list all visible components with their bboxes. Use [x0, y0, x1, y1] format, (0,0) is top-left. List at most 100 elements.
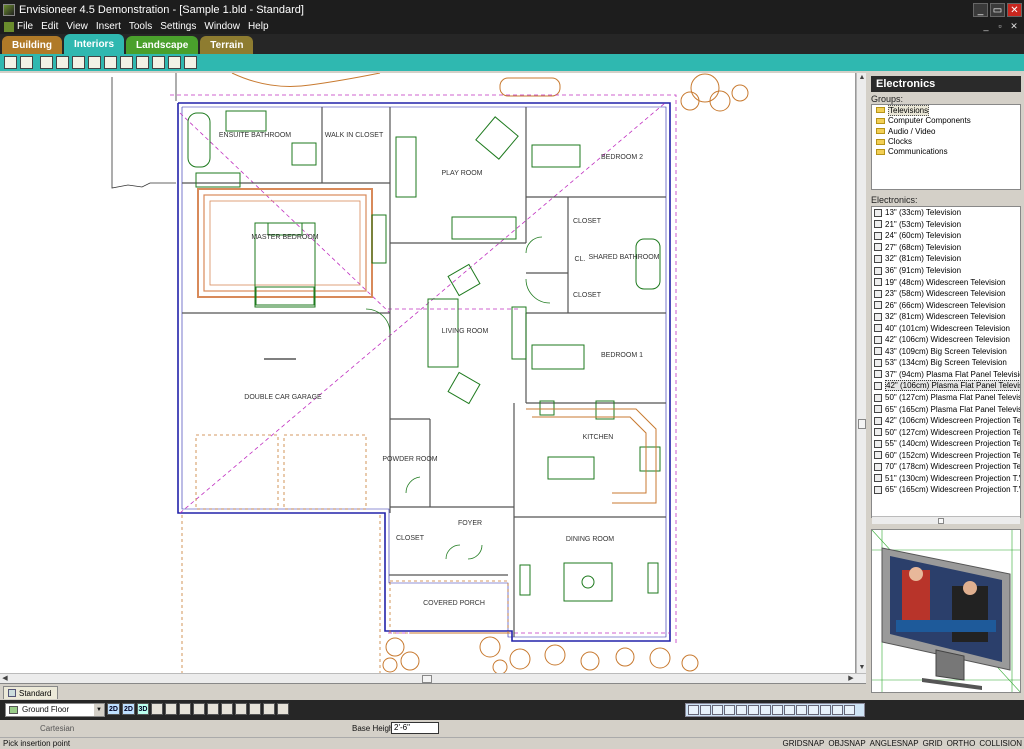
doc-minimize-button[interactable]: _ [980, 21, 992, 32]
pan-icon[interactable] [207, 703, 219, 715]
pan-view-icon[interactable] [760, 705, 771, 715]
tab-terrain[interactable]: Terrain [200, 36, 254, 54]
document-icon[interactable] [4, 21, 14, 32]
list-item[interactable]: 53" (134cm) Big Screen Television [872, 357, 1020, 369]
collision-toggle[interactable]: COLLISION [979, 739, 1022, 748]
floor-plan-canvas[interactable]: ENSUITE BATHROOM WALK IN CLOSET PLAY ROO… [0, 73, 856, 673]
list-item[interactable]: 32" (81cm) Television [872, 253, 1020, 265]
close-button[interactable]: ✕ [1007, 2, 1022, 17]
coordinate-mode[interactable]: Cartesian [40, 724, 74, 733]
layer-icon[interactable] [193, 703, 205, 715]
zoom-fit-icon[interactable] [724, 705, 735, 715]
print-icon[interactable] [249, 703, 261, 715]
fly-icon[interactable] [844, 705, 855, 715]
menu-insert[interactable]: Insert [96, 21, 121, 32]
list-item[interactable]: 70" (178cm) Widescreen Projection Televi… [872, 461, 1020, 473]
electronics-list-scrollbar[interactable] [872, 516, 1020, 524]
objsnap-toggle[interactable]: OBJSNAP [828, 739, 865, 748]
base-height-field[interactable]: 2'-6" [391, 722, 439, 734]
list-item[interactable]: 21" (53cm) Television [872, 219, 1020, 231]
horizontal-scroll-thumb[interactable] [422, 675, 432, 683]
group-item-communications[interactable]: Communications [872, 147, 1020, 157]
list-item[interactable]: 50" (127cm) Widescreen Projection Televi… [872, 426, 1020, 438]
menu-help[interactable]: Help [248, 21, 269, 32]
gridsnap-toggle[interactable]: GRIDSNAP [783, 739, 825, 748]
3d-view-button[interactable]: 3D [137, 703, 149, 715]
tab-landscape[interactable]: Landscape [126, 36, 199, 54]
zoom-out-icon[interactable] [700, 705, 711, 715]
list-item[interactable]: 55" (140cm) Widescreen Projection Televi… [872, 438, 1020, 450]
list-scroll-thumb[interactable] [938, 518, 944, 524]
tab-interiors[interactable]: Interiors [64, 34, 125, 54]
material-tool-icon[interactable] [184, 56, 197, 69]
tab-standard[interactable]: Standard [3, 686, 59, 699]
electronics-tool-icon[interactable] [104, 56, 117, 69]
vertical-scroll-thumb[interactable] [858, 419, 866, 429]
list-item[interactable]: 13" (33cm) Television [872, 207, 1020, 219]
tab-building[interactable]: Building [2, 36, 62, 54]
anglesnap-toggle[interactable]: ANGLESNAP [870, 739, 919, 748]
rotate-left-icon[interactable] [772, 705, 783, 715]
menu-edit[interactable]: Edit [41, 21, 58, 32]
zoom-previous-icon[interactable] [736, 705, 747, 715]
group-item-computer-components[interactable]: Computer Components [872, 116, 1020, 126]
appliance-tool-icon[interactable] [56, 56, 69, 69]
fixture-tool-icon[interactable] [72, 56, 85, 69]
list-item[interactable]: 27" (68cm) Television [872, 242, 1020, 254]
list-item[interactable]: 24" (60cm) Television [872, 230, 1020, 242]
menu-window[interactable]: Window [204, 21, 240, 32]
accessory-tool-icon[interactable] [120, 56, 133, 69]
group-item-clocks[interactable]: Clocks [872, 137, 1020, 147]
list-item[interactable]: 23" (58cm) Widescreen Television [872, 288, 1020, 300]
list-item[interactable]: 51" (130cm) Widescreen Projection T.V. [872, 473, 1020, 485]
minimize-button[interactable]: _ [973, 2, 988, 17]
list-item[interactable]: 50" (127cm) Plasma Flat Panel Television [872, 392, 1020, 404]
ortho-toggle[interactable]: ORTHO [947, 739, 976, 748]
cabinet-tool-icon[interactable] [40, 56, 53, 69]
doc-restore-button[interactable]: ▫ [994, 21, 1006, 32]
group-item-televisions[interactable]: Televisions [872, 104, 1020, 116]
maximize-button[interactable]: ▭ [990, 2, 1005, 17]
list-item[interactable]: 32" (81cm) Widescreen Television [872, 311, 1020, 323]
tilt-down-icon[interactable] [808, 705, 819, 715]
doc-close-button[interactable]: ✕ [1008, 21, 1020, 32]
select-tool-icon[interactable] [4, 56, 17, 69]
canvas-vertical-scrollbar[interactable]: ▲ ▼ [856, 73, 866, 673]
zoom-extents-icon[interactable] [748, 705, 759, 715]
list-item[interactable]: 26" (66cm) Widescreen Television [872, 299, 1020, 311]
list-item[interactable]: 43" (109cm) Big Screen Television [872, 346, 1020, 358]
list-item[interactable]: 40" (101cm) Widescreen Television [872, 322, 1020, 334]
menu-tools[interactable]: Tools [129, 21, 152, 32]
lighting-tool-icon[interactable] [136, 56, 149, 69]
orbit-icon[interactable] [221, 703, 233, 715]
render-icon[interactable] [151, 703, 163, 715]
furniture-tool-icon[interactable] [88, 56, 101, 69]
pointer-tool-icon[interactable] [20, 56, 33, 69]
camera-icon[interactable] [179, 703, 191, 715]
list-item[interactable]: 36" (91cm) Television [872, 265, 1020, 277]
list-item[interactable]: 65" (165cm) Plasma Flat Panel Television [872, 403, 1020, 415]
plumbing-tool-icon[interactable] [152, 56, 165, 69]
list-item[interactable]: 37" (94cm) Plasma Flat Panel Television [872, 369, 1020, 381]
rotate-right-icon[interactable] [784, 705, 795, 715]
floor-select[interactable]: Ground Floor ▼ [5, 703, 105, 717]
walkthrough-icon[interactable] [165, 703, 177, 715]
zoom-in-icon[interactable] [688, 705, 699, 715]
menu-view[interactable]: View [66, 21, 88, 32]
export-icon[interactable] [263, 703, 275, 715]
canvas-horizontal-scrollbar[interactable]: ◀ ▶ [0, 673, 866, 683]
list-item[interactable]: 42" (106cm) Widescreen Television [872, 334, 1020, 346]
list-item[interactable]: 19" (48cm) Widescreen Television [872, 276, 1020, 288]
picture-tool-icon[interactable] [168, 56, 181, 69]
group-item-audio-video[interactable]: Audio / Video [872, 126, 1020, 136]
move-icon[interactable] [820, 705, 831, 715]
2d-view-button[interactable]: 2D [107, 703, 120, 715]
list-item[interactable]: 42" (106cm) Widescreen Projection Televi… [872, 415, 1020, 427]
options-icon[interactable] [277, 703, 289, 715]
display-icon[interactable] [235, 703, 247, 715]
list-item-selected[interactable]: 42" (106cm) Plasma Flat Panel Television [872, 380, 1020, 392]
zoom-window-icon[interactable] [712, 705, 723, 715]
tilt-up-icon[interactable] [796, 705, 807, 715]
list-item[interactable]: 60" (152cm) Widescreen Projection Televi… [872, 449, 1020, 461]
walk-icon[interactable] [832, 705, 843, 715]
